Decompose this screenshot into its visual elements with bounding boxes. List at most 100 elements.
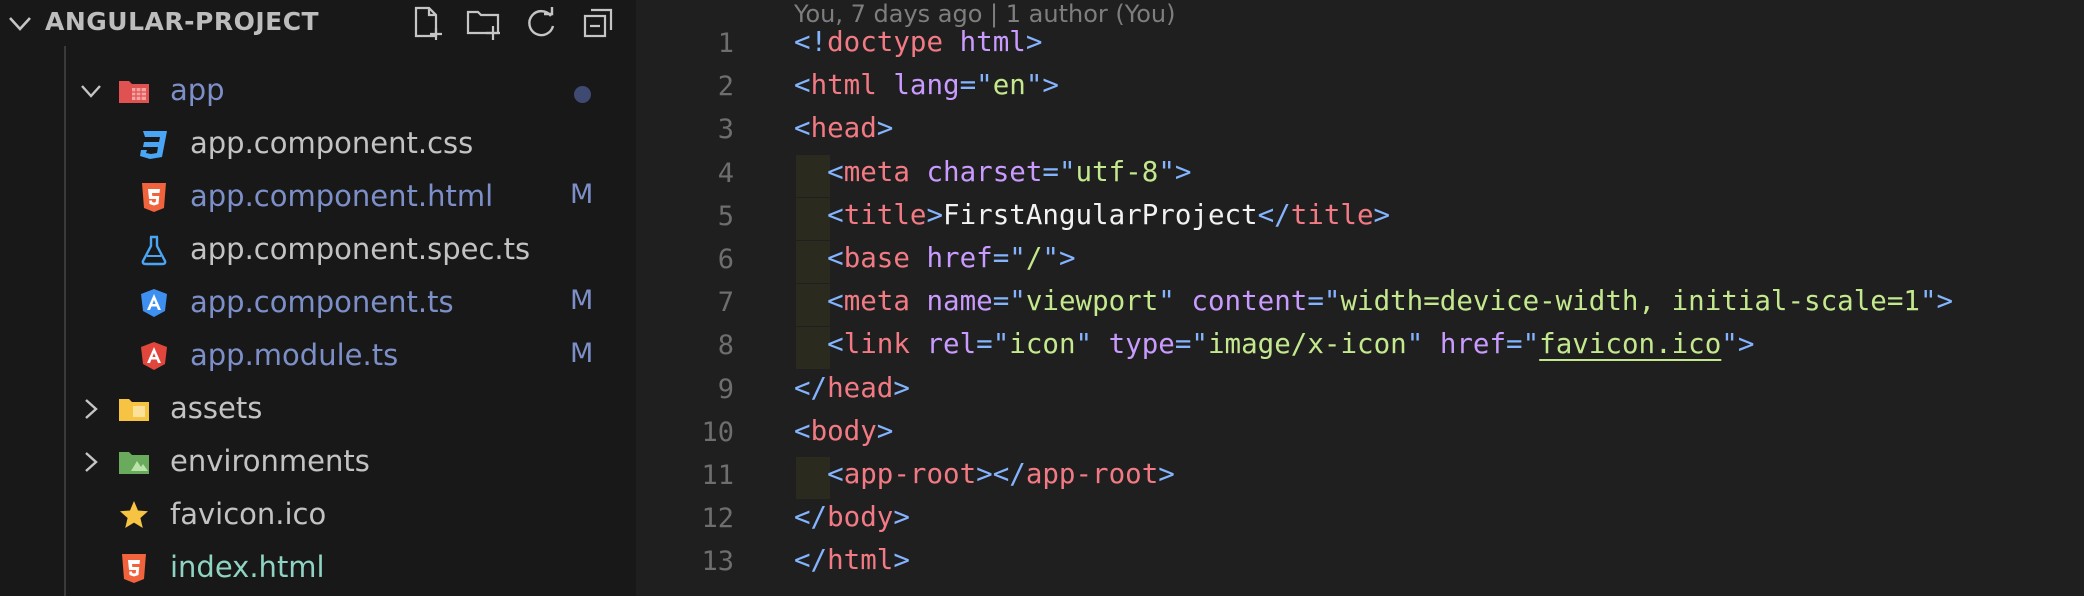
line-number: 13 [701, 546, 734, 578]
code-token: < [827, 198, 844, 231]
chevron-down-icon[interactable] [6, 12, 34, 36]
tree-item-app-component-spec-ts[interactable]: app.component.spec.ts [0, 223, 636, 276]
code-token: < [827, 242, 844, 274]
line-number: 11 [701, 460, 734, 491]
code-link-token[interactable]: favicon.ico [1539, 328, 1721, 360]
code-token: > [893, 544, 910, 577]
code-token: html [810, 69, 877, 102]
tree-item-label: app.component.css [190, 126, 474, 160]
chevron-right-icon[interactable] [78, 449, 104, 475]
environments-folder-icon [118, 446, 150, 478]
code-token: > [1373, 198, 1391, 231]
code-token: </ [1257, 198, 1291, 231]
code-token: "> [1919, 285, 1954, 318]
code-line[interactable]: <link rel="icon" type="image/x-icon" hre… [794, 328, 1754, 360]
tree-item-assets-folder[interactable]: assets [0, 382, 636, 435]
code-token: < [827, 328, 844, 361]
code-token: doctype [827, 26, 944, 58]
vscode-window: ANGULAR-PROJECT app app.component.css ap… [0, 0, 2084, 596]
code-token: =" [1042, 155, 1076, 188]
line-number: 4 [717, 157, 734, 189]
tree-item-favicon-ico[interactable]: favicon.ico [0, 488, 636, 541]
code-line[interactable]: <title>FirstAngularProject</title> [794, 199, 1390, 231]
code-line[interactable]: </body> [794, 501, 910, 533]
tree-item-label: app.module.ts [190, 338, 399, 372]
new-folder-icon[interactable] [465, 4, 503, 42]
tree-item-app-component-ts[interactable]: app.component.ts M [0, 276, 636, 329]
code-line[interactable]: <app-root></app-root> [794, 458, 1175, 490]
code-token: "> [1025, 69, 1059, 102]
tree-item-label: app [170, 73, 225, 107]
code-token: =" [1506, 328, 1540, 361]
tree-item-environments-folder[interactable]: environments [0, 435, 636, 488]
chevron-right-icon[interactable] [78, 396, 104, 422]
code-line[interactable]: <!doctype html> [794, 26, 1042, 58]
code-token: > [926, 198, 944, 231]
explorer-header[interactable]: ANGULAR-PROJECT [0, 0, 636, 46]
code-token: < [794, 69, 811, 102]
app-folder-icon [118, 75, 150, 107]
code-line[interactable]: <meta charset="utf-8"> [794, 156, 1191, 188]
code-token: " [1158, 285, 1175, 318]
code-token: title [843, 198, 927, 231]
code-token: width=device-width, initial-scale=1 [1340, 285, 1920, 318]
code-line[interactable]: </html> [794, 544, 910, 576]
tree-item-app-module-ts[interactable]: app.module.ts M [0, 329, 636, 382]
code-editor[interactable]: You, 7 days ago | 1 author (You) 1 <!doct… [636, 0, 2084, 596]
code-line[interactable]: <html lang="en"> [794, 69, 1059, 101]
code-token: app-root [843, 458, 977, 490]
tree-item-label: app.component.spec.ts [190, 232, 531, 266]
collapse-all-icon[interactable] [580, 4, 618, 42]
html-icon [138, 181, 170, 213]
code-token: =" [1174, 328, 1208, 361]
code-token: =" [992, 285, 1026, 318]
code-token: content [1191, 285, 1308, 318]
code-line[interactable]: <base href="/"> [794, 242, 1076, 274]
code-token: "> [1721, 328, 1755, 361]
line-number: 9 [717, 373, 734, 405]
code-token: " [1406, 328, 1424, 361]
code-token: " [1075, 328, 1093, 361]
explorer-title: ANGULAR-PROJECT [45, 7, 320, 36]
code-token: en [992, 69, 1026, 102]
chevron-down-icon[interactable] [78, 78, 104, 104]
angular-component-icon [138, 287, 170, 319]
code-line[interactable]: <meta name="viewport" content="width=dev… [794, 285, 1953, 317]
code-token: "> [1042, 242, 1076, 274]
code-line[interactable]: </head> [794, 372, 910, 404]
tree-item-app-component-css[interactable]: app.component.css [0, 117, 636, 170]
line-number: 12 [701, 503, 734, 535]
line-number: 3 [717, 114, 734, 146]
assets-folder-icon [118, 393, 150, 425]
code-token: < [794, 414, 811, 447]
code-token: link [843, 328, 910, 361]
tree-item-app-folder[interactable]: app [0, 64, 636, 117]
code-token: / [1025, 242, 1043, 274]
line-number: 8 [717, 330, 734, 362]
code-token: head [810, 112, 877, 145]
code-token: name [926, 285, 993, 318]
code-token: > [893, 501, 910, 534]
code-token: </ [794, 501, 828, 534]
code-token: href [1439, 328, 1507, 361]
code-token: > [893, 371, 910, 404]
angular-icon [138, 340, 170, 372]
code-line[interactable]: <body> [794, 415, 893, 447]
refresh-icon[interactable] [522, 4, 560, 42]
code-token: < [827, 155, 844, 188]
code-token: < [794, 112, 811, 145]
tree-item-index-html[interactable]: index.html [0, 541, 636, 594]
new-file-icon[interactable] [408, 4, 446, 42]
tree-item-app-component-html[interactable]: app.component.html M [0, 170, 636, 223]
code-token: =" [992, 242, 1026, 274]
code-line[interactable]: <head> [794, 112, 893, 144]
git-blame-codelens[interactable]: You, 7 days ago | 1 author (You) [794, 0, 1175, 28]
